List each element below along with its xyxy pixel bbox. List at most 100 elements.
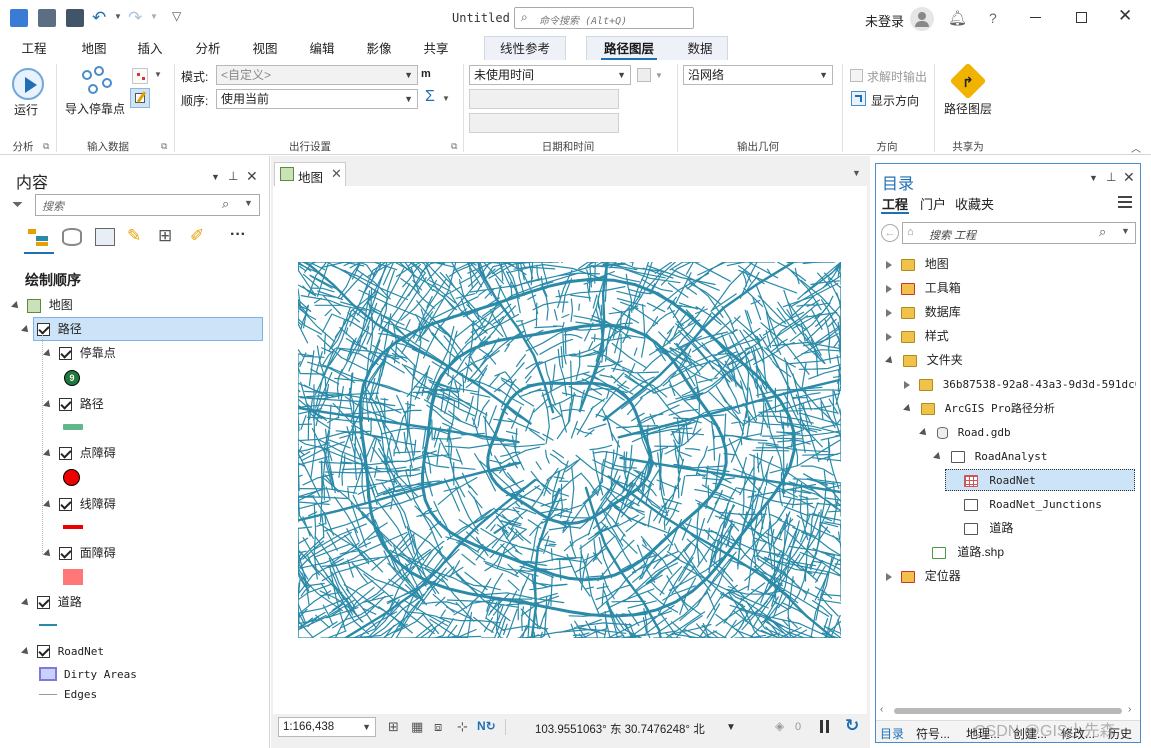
tab-edit[interactable]: 编辑 (304, 39, 340, 60)
undo-dropdown-icon[interactable]: ▼ (114, 12, 122, 21)
catalog-item-roads-fc[interactable]: 道路 (964, 516, 1013, 540)
input-data-launcher-icon[interactable]: ⧉ (161, 141, 167, 152)
expand-icon[interactable] (919, 427, 929, 438)
catalog-item-styles[interactable]: 样式 (886, 324, 949, 348)
tree-roads[interactable]: 道路 (21, 590, 82, 614)
scroll-right-icon[interactable]: › (1128, 704, 1131, 715)
constraints-icon[interactable]: ⊹ (457, 719, 468, 735)
tab-view[interactable]: 视图 (247, 39, 283, 60)
close-map-tab-icon[interactable]: ✕ (331, 166, 342, 182)
catalog-menu-icon[interactable]: ▼ (1089, 173, 1098, 183)
expand-icon[interactable] (886, 284, 892, 293)
catalog-hamburger-icon[interactable] (1118, 196, 1132, 198)
calendar-dropdown-icon[interactable]: ▼ (655, 71, 663, 80)
expand-icon[interactable] (21, 597, 31, 608)
map-canvas[interactable] (273, 186, 867, 714)
show-direction-icon[interactable] (851, 91, 866, 106)
roadnet-checkbox[interactable] (37, 645, 51, 659)
catalog-close-icon[interactable]: ✕ (1123, 169, 1135, 186)
scale-select[interactable]: 1:166,438 ▼ (278, 717, 376, 737)
catalog-item-folders[interactable]: 文件夹 (885, 348, 963, 372)
roads-checkbox[interactable] (37, 596, 51, 610)
catalog-tab-project[interactable]: 工程 (882, 194, 908, 213)
pause-drawing-icon[interactable] (820, 720, 823, 733)
routes-checkbox[interactable] (59, 398, 73, 412)
list-by-labeling-icon[interactable]: ✐ (190, 226, 204, 246)
import-stops-icon[interactable] (80, 66, 116, 100)
open-project-icon[interactable] (38, 9, 56, 27)
filter-icon[interactable]: ⏷ (12, 196, 23, 213)
new-project-icon[interactable] (10, 9, 28, 27)
tree-route-layer[interactable]: 路径 (21, 317, 82, 341)
tree-roadnet[interactable]: RoadNet (21, 639, 104, 663)
contents-menu-icon[interactable]: ▼ (211, 172, 220, 182)
tree-polygon-barriers[interactable]: 面障碍 (43, 541, 116, 565)
tab-data[interactable]: 数据 (680, 39, 720, 60)
expand-icon[interactable] (43, 448, 53, 459)
polygon-barriers-checkbox[interactable] (59, 547, 73, 561)
expand-icon[interactable] (21, 646, 31, 657)
import-stops-label[interactable]: 导入停靠点 (65, 100, 125, 117)
coordinates-dropdown-icon[interactable]: ▼ (726, 722, 736, 733)
catalog-item-toolboxes[interactable]: 工具箱 (886, 276, 961, 300)
catalog-tab-portal[interactable]: 门户 (920, 194, 946, 213)
tab-insert[interactable]: 插入 (132, 39, 168, 60)
add-point-dropdown-icon[interactable]: ▼ (154, 70, 162, 79)
catalog-back-icon[interactable]: ← (881, 224, 899, 242)
catalog-item-folder-arcgis[interactable]: ArcGIS Pro路径分析 (903, 396, 1055, 420)
order-select[interactable]: 使用当前 ▼ (216, 89, 418, 109)
expand-icon[interactable] (903, 403, 913, 414)
user-status[interactable]: 未登录 (865, 11, 904, 30)
solve-output-checkbox[interactable] (850, 69, 863, 82)
tab-imagery[interactable]: 影像 (361, 39, 397, 60)
search-dropdown-icon[interactable]: ▼ (244, 198, 253, 208)
expand-icon[interactable] (886, 332, 892, 341)
contents-pin-icon[interactable]: ⊥ (228, 169, 238, 183)
avatar[interactable] (910, 7, 934, 31)
edit-feature-icon[interactable] (130, 88, 150, 108)
expand-icon[interactable] (43, 548, 53, 559)
expand-icon[interactable] (43, 348, 53, 359)
tree-stops[interactable]: 停靠点 (43, 341, 116, 365)
catalog-item-locators[interactable]: 定位器 (886, 564, 961, 588)
geometry-select[interactable]: 沿网络 ▼ (683, 65, 833, 85)
sigma-icon[interactable]: Σ (425, 88, 435, 106)
map-tabs-dropdown-icon[interactable]: ▼ (852, 168, 861, 178)
expand-icon[interactable] (886, 260, 892, 269)
analysis-launcher-icon[interactable]: ⧉ (43, 141, 49, 152)
selected-features-icon[interactable]: ◈ (775, 719, 784, 733)
collapse-ribbon-icon[interactable]: ︿ (1131, 140, 1141, 155)
time-select[interactable]: 未使用时间 ▼ (469, 65, 631, 85)
tab-analysis[interactable]: 分析 (190, 39, 226, 60)
expand-icon[interactable] (904, 380, 910, 389)
catalog-item-folder-hash[interactable]: 36b87538-92a8-43a3-9d3d-591dc04b (904, 372, 1136, 396)
close-window-button[interactable]: ✕ (1118, 6, 1132, 26)
refresh-icon[interactable]: ↻ (845, 716, 859, 736)
scroll-thumb[interactable] (894, 708, 1122, 714)
list-by-snapping-icon[interactable]: ⊞ (158, 226, 172, 246)
map-tab[interactable]: 地图 ✕ (274, 162, 346, 186)
bottom-tab-symbology[interactable]: 符号... (916, 725, 950, 742)
road-network-map[interactable] (298, 262, 841, 638)
show-direction-button[interactable]: 显示方向 (871, 92, 919, 109)
customize-toolbar-icon[interactable]: ▽ (172, 9, 181, 23)
list-by-source-icon[interactable] (62, 228, 82, 246)
tree-point-barriers[interactable]: 点障碍 (43, 441, 116, 465)
notification-bell-icon[interactable]: 🔔︎ (948, 9, 967, 27)
expand-icon[interactable] (43, 399, 53, 410)
save-icon[interactable] (66, 9, 84, 27)
command-search-input[interactable]: ⌕ 命令搜索 (Alt+Q) (514, 7, 694, 29)
expand-icon[interactable] (885, 355, 895, 366)
expand-icon[interactable] (886, 572, 892, 581)
time-field[interactable] (469, 113, 619, 133)
sigma-dropdown-icon[interactable]: ▼ (442, 94, 450, 103)
point-barriers-checkbox[interactable] (59, 447, 73, 461)
fixed-zoom-icon[interactable]: ⊞ (388, 719, 399, 735)
expand-icon[interactable] (11, 300, 21, 311)
expand-icon[interactable] (43, 499, 53, 510)
undo-icon[interactable]: ↶ (92, 8, 106, 28)
maximize-button[interactable] (1076, 12, 1087, 23)
contents-search-input[interactable]: 搜索 ⌕ ▼ (35, 194, 260, 216)
list-by-editing-icon[interactable]: ✎ (127, 226, 141, 246)
contents-close-icon[interactable]: ✕ (246, 168, 258, 185)
